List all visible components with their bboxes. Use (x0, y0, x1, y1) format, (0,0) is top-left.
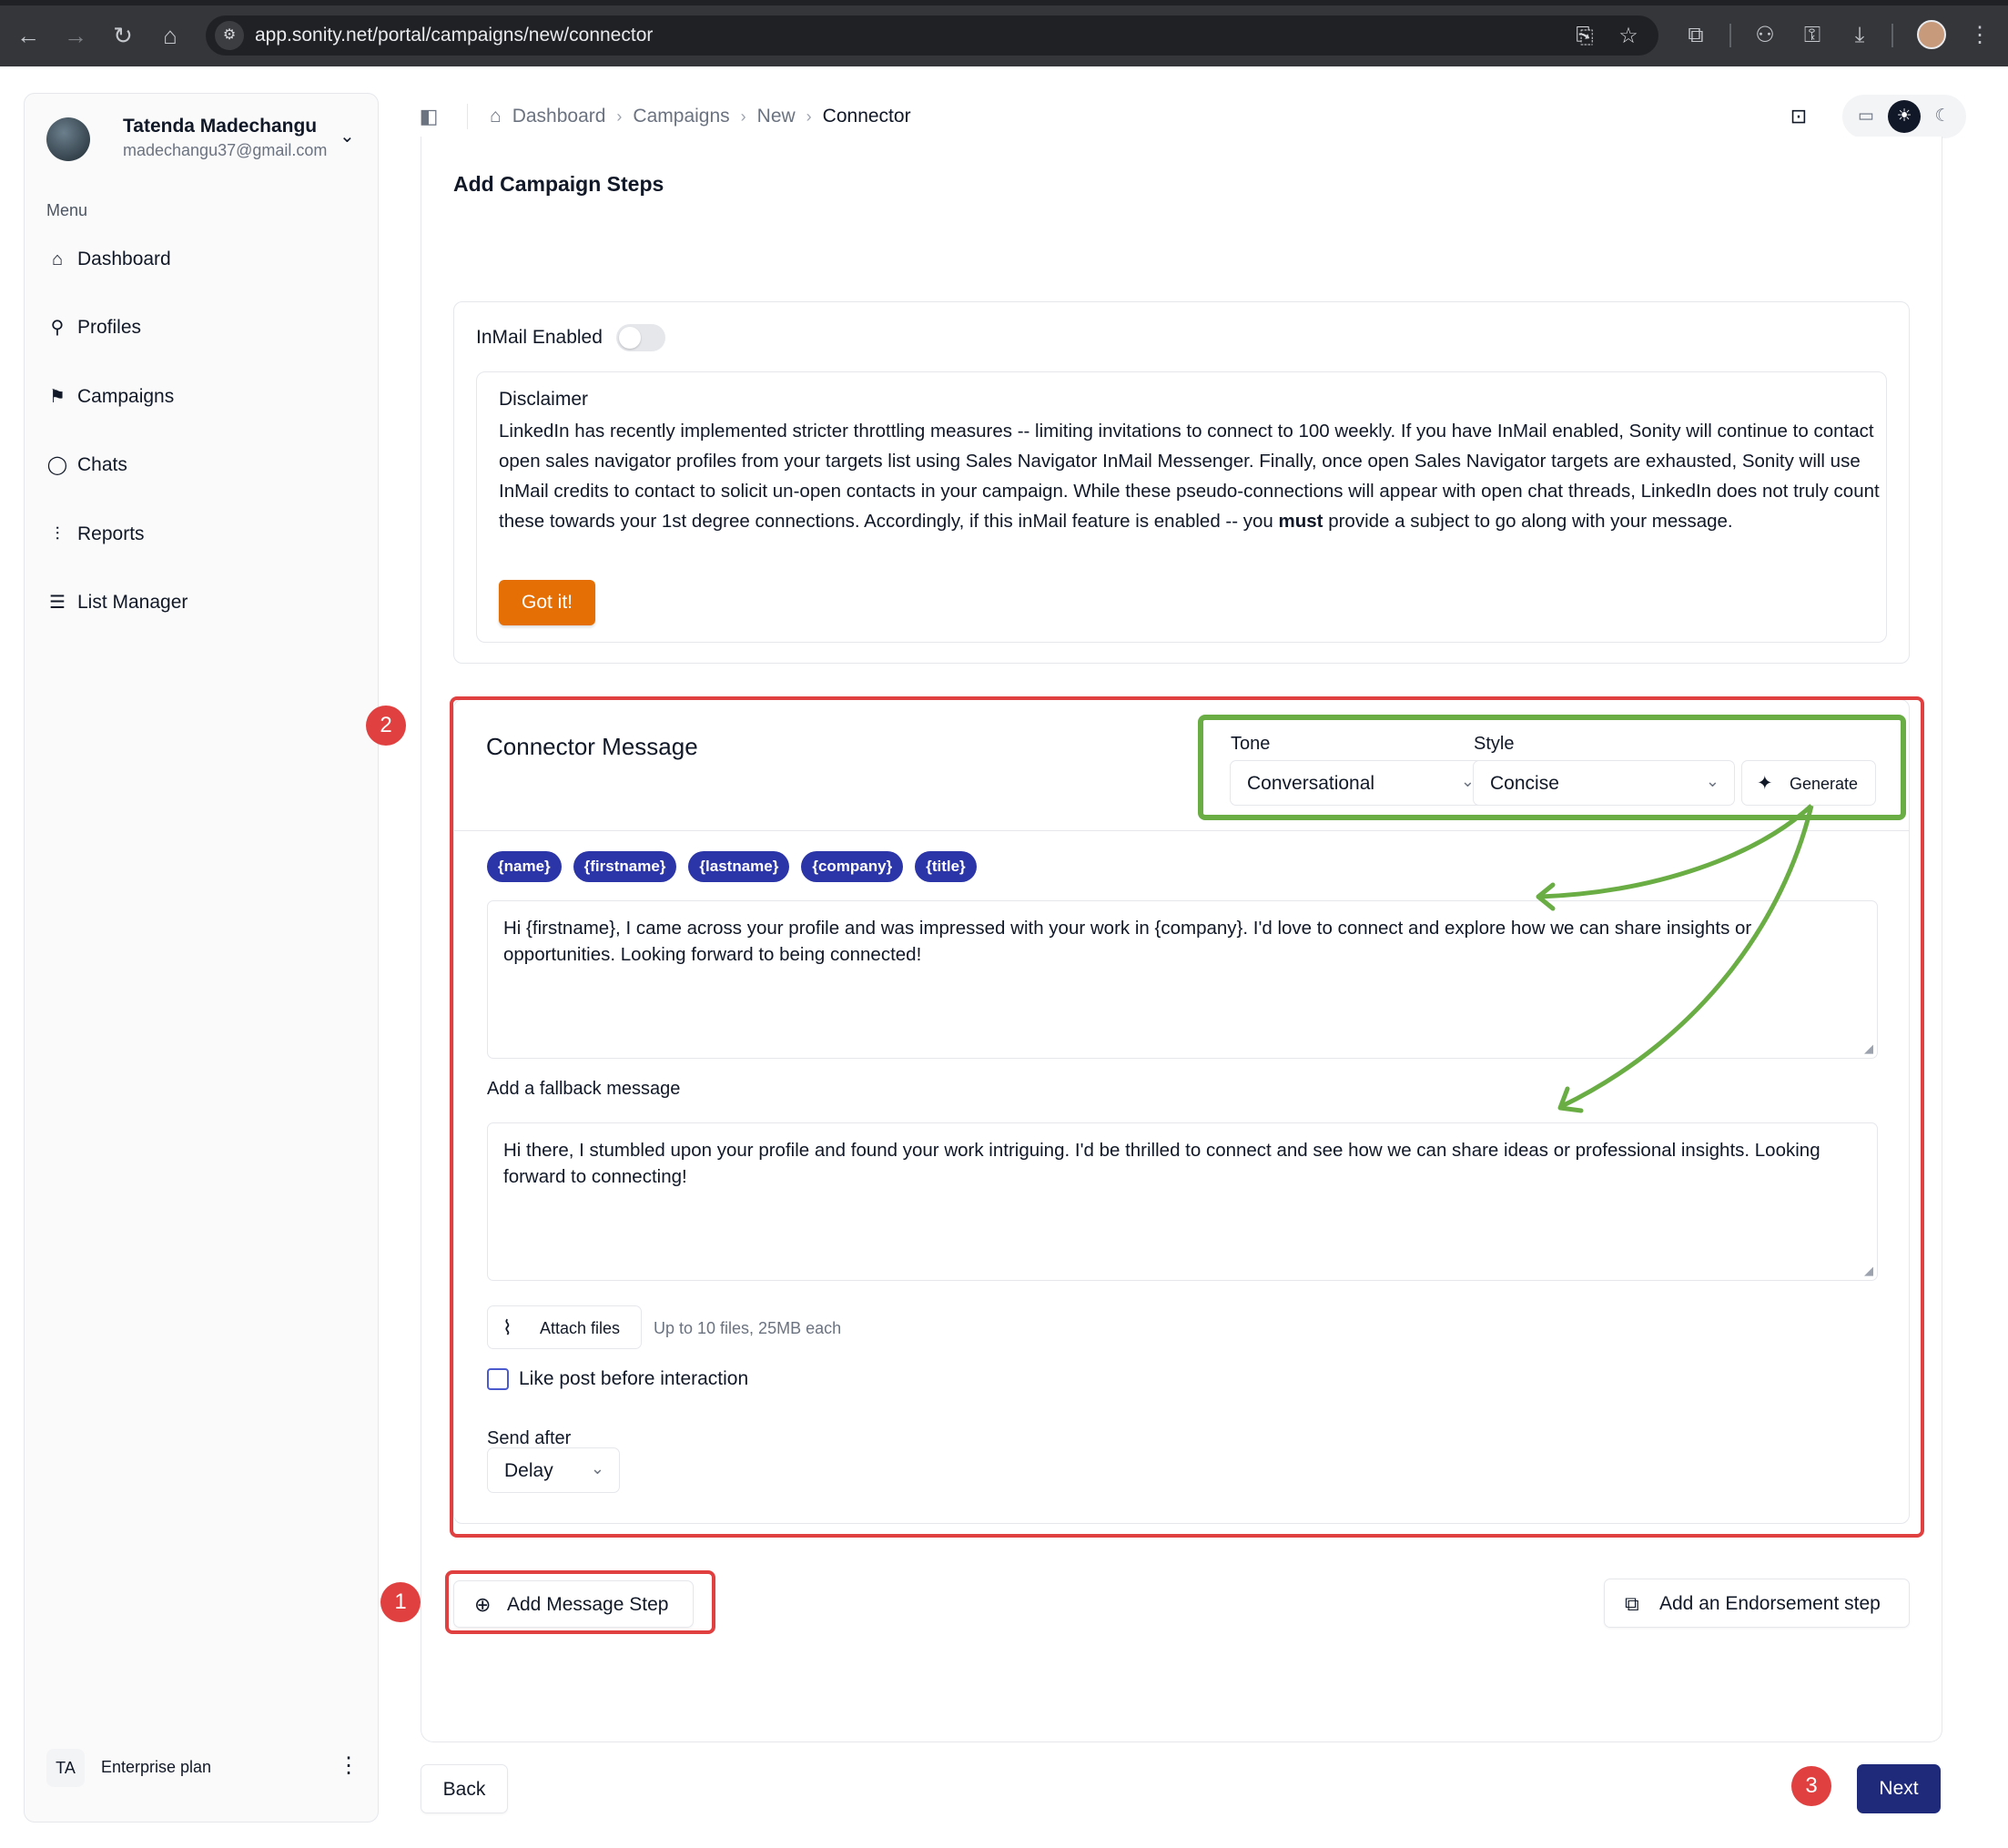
annotation-arrows (1536, 804, 1814, 1113)
arrow-to-message (1539, 804, 1813, 899)
arrow-to-fallback (1560, 805, 1814, 1109)
